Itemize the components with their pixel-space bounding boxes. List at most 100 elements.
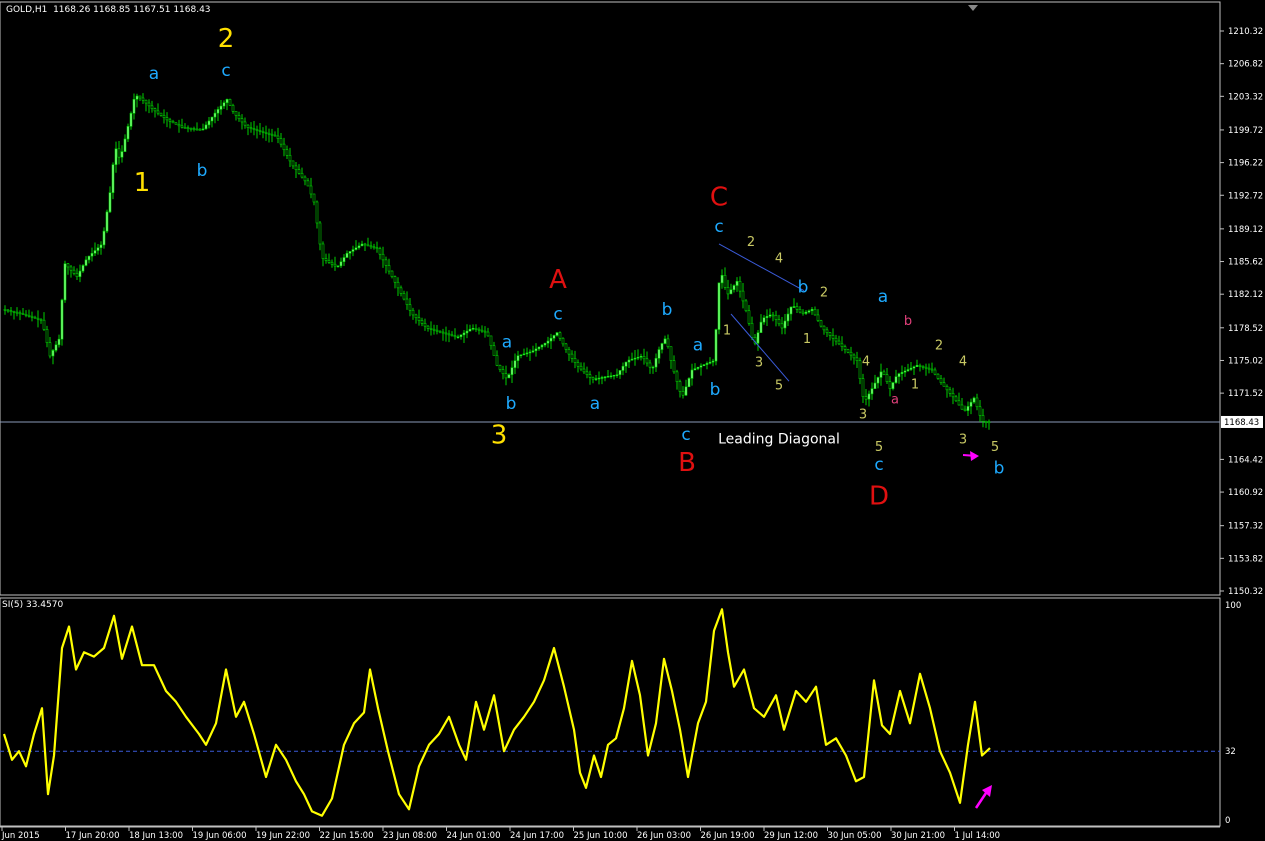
wave-label: a xyxy=(891,393,899,408)
candle-body xyxy=(51,350,55,357)
price-tick-label: 1153.82 xyxy=(1228,554,1263,564)
candle-body xyxy=(936,373,940,379)
candle-body xyxy=(312,193,316,203)
candle-body xyxy=(156,110,160,114)
si-indicator-line xyxy=(2,608,991,817)
candle-body xyxy=(963,408,967,411)
candle-body xyxy=(837,340,841,345)
price-tick-label: 1150.32 xyxy=(1228,587,1263,597)
candle-body xyxy=(309,185,313,195)
time-tick-label: 29 Jun 12:00 xyxy=(764,831,818,841)
candle-body xyxy=(438,330,442,333)
candle-body xyxy=(150,105,154,109)
candle-body xyxy=(828,332,832,336)
candle-body xyxy=(285,149,289,156)
candle-body xyxy=(888,381,892,389)
candle-body xyxy=(966,406,970,411)
candle-body xyxy=(627,359,631,363)
candle-body xyxy=(414,314,418,319)
candle-body xyxy=(849,351,853,356)
candle-body xyxy=(258,130,262,132)
indicator-tick-label: 0 xyxy=(1225,816,1230,826)
candle-body xyxy=(540,344,544,348)
candle-body xyxy=(396,281,400,289)
candle-body xyxy=(102,230,106,246)
candle-body xyxy=(3,309,7,311)
candle-body xyxy=(681,391,685,396)
candle-body xyxy=(534,348,538,351)
chart-canvas[interactable]: 1210.32 1206.82 1203.32 1199.72 1196.22 1192.… xyxy=(0,0,1265,841)
candle-body xyxy=(477,328,481,331)
candle-body xyxy=(399,287,403,294)
candle-body xyxy=(360,243,364,247)
candle-body xyxy=(435,329,439,332)
candle-body xyxy=(129,113,133,127)
candle-body xyxy=(180,125,184,128)
scroll-marker-icon[interactable] xyxy=(968,5,978,11)
candle-body xyxy=(165,117,169,121)
candle-body xyxy=(585,371,589,375)
candle-body xyxy=(699,365,703,368)
candle-body xyxy=(54,344,58,351)
candle-body xyxy=(420,320,424,324)
candle-body xyxy=(474,327,478,330)
candle-body xyxy=(306,180,310,187)
candle-body xyxy=(147,102,151,107)
candle-body xyxy=(669,346,673,361)
candle-body xyxy=(60,299,64,340)
candle-body xyxy=(546,340,550,344)
candle-body xyxy=(567,349,571,355)
wave-label: b xyxy=(506,394,517,414)
wave-label: a xyxy=(149,64,159,84)
candle-body xyxy=(99,244,103,249)
candle-body xyxy=(690,369,694,379)
candle-body xyxy=(654,358,658,368)
candle-body xyxy=(621,365,625,371)
candle-body xyxy=(711,360,715,363)
candle-body xyxy=(915,365,919,368)
candle-body xyxy=(279,138,283,145)
candle-body xyxy=(450,334,454,337)
candle-body xyxy=(954,396,958,402)
candle-body xyxy=(234,111,238,116)
wave-label: b xyxy=(197,161,208,181)
candle-body xyxy=(162,115,166,118)
candle-body xyxy=(288,155,292,162)
candle-body xyxy=(870,388,874,395)
candle-body xyxy=(291,160,295,167)
candle-body xyxy=(231,105,235,112)
wave-label: A xyxy=(549,265,567,295)
candle-body xyxy=(825,329,829,333)
candle-body xyxy=(501,369,505,375)
candle-body xyxy=(264,131,268,134)
candle-body xyxy=(168,119,172,122)
candle-body xyxy=(87,255,91,261)
candle-body xyxy=(636,356,640,359)
candle-body xyxy=(33,316,37,319)
candle-body xyxy=(261,131,265,133)
candle-body xyxy=(171,121,175,124)
time-tick-label: 24 Jun 01:00 xyxy=(447,831,501,841)
price-tick-label: 1189.12 xyxy=(1228,225,1263,235)
candle-body xyxy=(864,396,868,400)
indicator-tick-label: 100 xyxy=(1225,601,1241,611)
candle-body xyxy=(213,112,217,118)
candle-body xyxy=(831,335,835,339)
candle-body xyxy=(270,133,274,136)
candle-body xyxy=(987,421,991,424)
candle-body xyxy=(516,355,520,361)
candle-body xyxy=(978,406,982,416)
candle-body xyxy=(342,257,346,263)
wave-label: a xyxy=(590,394,600,414)
candle-body xyxy=(75,273,79,277)
candle-body xyxy=(423,323,427,327)
candle-body xyxy=(897,373,901,377)
candle-body xyxy=(939,378,943,383)
candle-body xyxy=(411,309,415,316)
candle-body xyxy=(267,132,271,135)
candle-body xyxy=(969,401,973,407)
candle-body xyxy=(819,320,823,327)
wave-label: a xyxy=(693,335,703,355)
time-tick-label: 22 Jun 15:00 xyxy=(320,831,374,841)
candle-body xyxy=(462,332,466,336)
